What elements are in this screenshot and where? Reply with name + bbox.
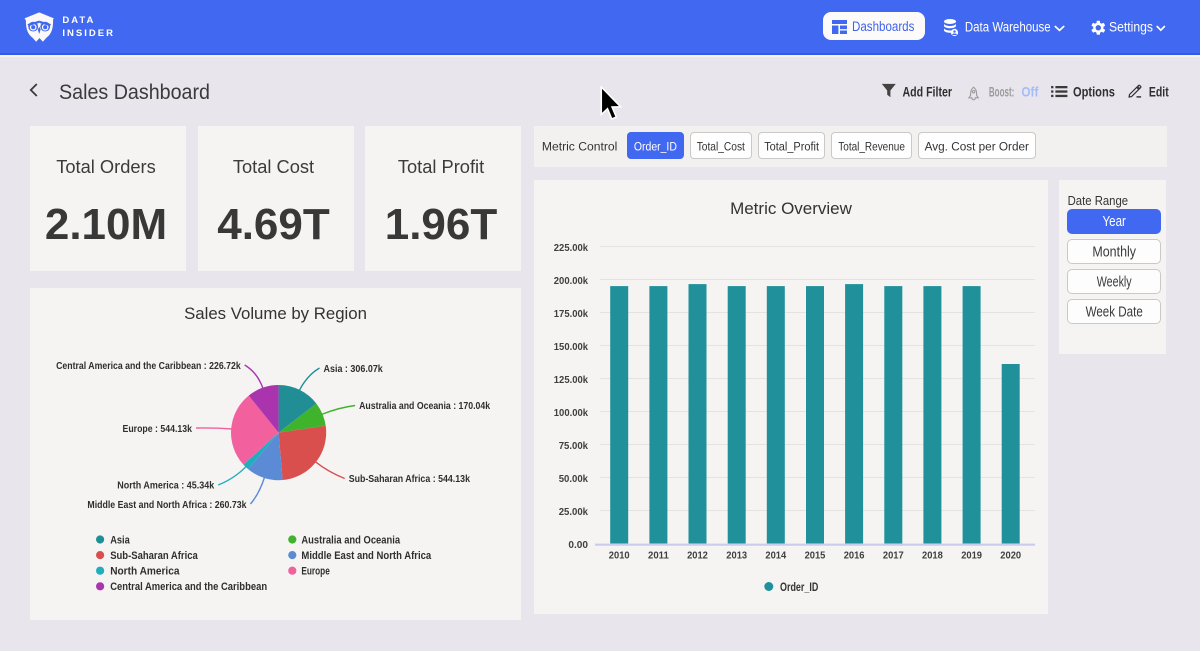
svg-text:Data Warehouse: Data Warehouse [965,19,1051,34]
svg-text:North America: North America [110,566,180,578]
svg-text:200.00k: 200.00k [554,276,589,287]
svg-text:Avg. Cost per Order: Avg. Cost per Order [925,140,1029,154]
svg-text:2018: 2018 [922,550,943,561]
svg-text:50.00k: 50.00k [559,474,589,485]
svg-text:2015: 2015 [805,550,826,561]
svg-text:Monthly: Monthly [1092,244,1136,260]
svg-text:Week Date: Week Date [1086,304,1143,320]
svg-text:Settings: Settings [1109,19,1153,34]
svg-text:Sub-Saharan Africa : 544.13k: Sub-Saharan Africa : 544.13k [349,474,471,485]
svg-text:Asia: Asia [110,534,130,546]
svg-text:North America : 45.34k: North America : 45.34k [117,481,214,492]
svg-text:Australia and Oceania : 170.04: Australia and Oceania : 170.04k [359,401,490,412]
svg-text:Europe : 544.13k: Europe : 544.13k [123,424,193,435]
svg-text:Edit: Edit [1149,84,1169,99]
svg-text:Total_Cost: Total_Cost [697,140,746,154]
svg-text:100.00k: 100.00k [554,408,589,419]
svg-text:Boost:: Boost: [989,84,1014,99]
svg-text:2016: 2016 [844,550,865,561]
svg-text:2014: 2014 [765,550,786,561]
svg-text:225.00k: 225.00k [554,243,589,254]
svg-text:150.00k: 150.00k [554,342,589,353]
svg-text:125.00k: 125.00k [554,375,589,386]
svg-text:Australia and Oceania: Australia and Oceania [301,534,400,546]
svg-text:Sales Dashboard: Sales Dashboard [59,80,210,104]
svg-text:Weekly: Weekly [1097,274,1132,290]
svg-text:Central America and the Caribb: Central America and the Caribbean [110,581,267,593]
svg-text:Middle East and North Africa :: Middle East and North Africa : 260.73k [87,500,246,511]
svg-text:175.00k: 175.00k [554,309,589,320]
svg-text:Central America and the Caribb: Central America and the Caribbean : 226.… [56,361,241,372]
svg-text:2012: 2012 [687,550,708,561]
svg-text:2020: 2020 [1000,550,1021,561]
svg-text:Middle East and North Africa: Middle East and North Africa [301,550,432,562]
svg-text:2017: 2017 [883,550,904,561]
svg-text:2011: 2011 [648,550,669,561]
svg-text:Total_Revenue: Total_Revenue [838,140,905,154]
svg-text:75.00k: 75.00k [559,441,589,452]
svg-text:Year: Year [1103,214,1127,230]
svg-text:2013: 2013 [726,550,747,561]
svg-text:Options: Options [1073,84,1115,99]
svg-text:Europe: Europe [301,566,329,578]
svg-text:Add Filter: Add Filter [903,84,953,99]
svg-text:Order_ID: Order_ID [780,581,818,594]
svg-text:0.00: 0.00 [568,540,588,551]
svg-text:Asia : 306.07k: Asia : 306.07k [324,364,384,375]
svg-text:Dashboards: Dashboards [852,19,915,34]
svg-text:25.00k: 25.00k [559,507,589,518]
svg-text:Total_Profit: Total_Profit [764,140,819,154]
svg-text:Off: Off [1021,84,1038,99]
svg-text:2010: 2010 [609,550,630,561]
svg-text:Sub-Saharan Africa: Sub-Saharan Africa [110,550,198,562]
svg-text:Order_ID: Order_ID [634,140,677,154]
svg-text:2019: 2019 [961,550,982,561]
